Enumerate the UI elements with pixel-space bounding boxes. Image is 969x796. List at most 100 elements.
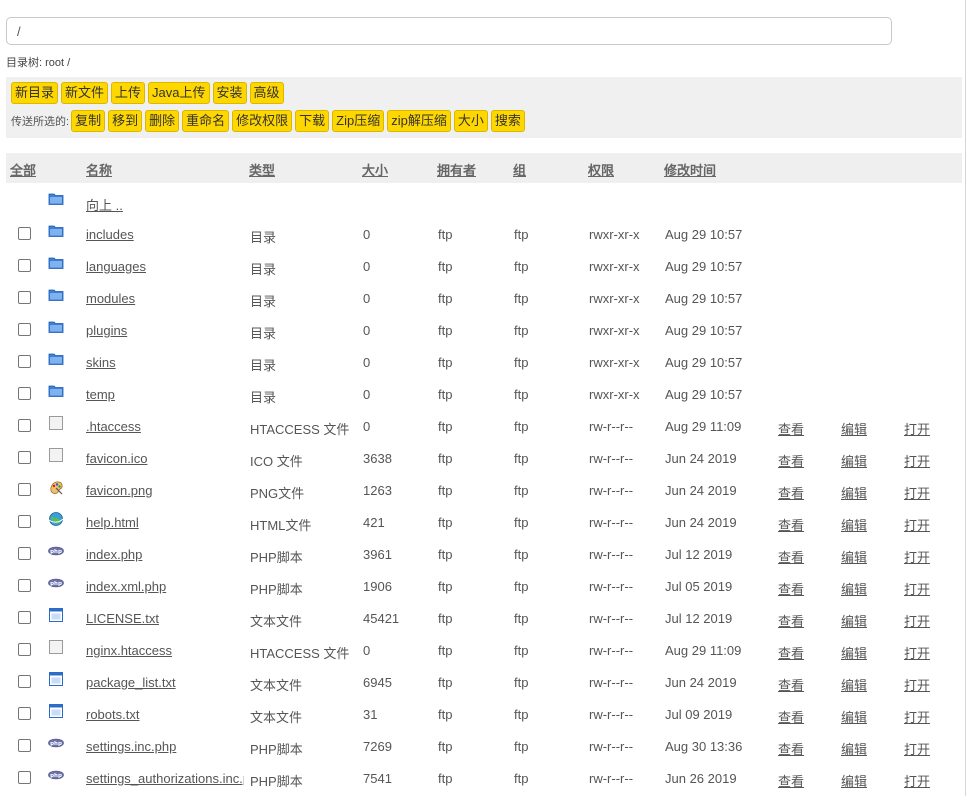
view-link[interactable]: 查看	[778, 451, 804, 470]
header-select-all[interactable]: 全部	[10, 160, 36, 179]
open-link[interactable]: 打开	[904, 579, 930, 598]
parent-directory-link[interactable]: 向上 ..	[86, 195, 244, 214]
view-link[interactable]: 查看	[778, 419, 804, 438]
file-name-link[interactable]: nginx.htaccess	[86, 643, 244, 658]
open-link[interactable]: 打开	[904, 771, 930, 790]
file-name-link[interactable]: robots.txt	[86, 707, 244, 722]
open-link[interactable]: 打开	[904, 515, 930, 534]
file-name-link[interactable]: skins	[86, 355, 244, 370]
file-name-link[interactable]: favicon.ico	[86, 451, 244, 466]
view-link[interactable]: 查看	[778, 611, 804, 630]
view-link[interactable]: 查看	[778, 707, 804, 726]
edit-link[interactable]: 编辑	[841, 643, 867, 662]
header-name[interactable]: 名称	[86, 160, 112, 179]
edit-link[interactable]: 编辑	[841, 771, 867, 790]
search-button[interactable]: 搜索	[490, 110, 525, 132]
file-name-link[interactable]: favicon.png	[86, 483, 244, 498]
edit-link[interactable]: 编辑	[841, 739, 867, 758]
open-link[interactable]: 打开	[904, 675, 930, 694]
row-checkbox[interactable]	[18, 483, 31, 496]
edit-link[interactable]: 编辑	[841, 579, 867, 598]
row-checkbox[interactable]	[18, 227, 31, 240]
row-checkbox[interactable]	[18, 739, 31, 752]
edit-link[interactable]: 编辑	[841, 611, 867, 630]
open-link[interactable]: 打开	[904, 547, 930, 566]
view-link[interactable]: 查看	[778, 675, 804, 694]
edit-link[interactable]: 编辑	[841, 451, 867, 470]
zip-button[interactable]: Zip压缩	[332, 110, 385, 132]
file-name-link[interactable]: package_list.txt	[86, 675, 244, 690]
row-checkbox[interactable]	[18, 515, 31, 528]
row-checkbox[interactable]	[18, 323, 31, 336]
file-name-link[interactable]: languages	[86, 259, 244, 274]
move-button[interactable]: 移到	[108, 110, 143, 132]
row-checkbox[interactable]	[18, 675, 31, 688]
open-link[interactable]: 打开	[904, 419, 930, 438]
new-file-button[interactable]: 新文件	[61, 82, 109, 104]
edit-link[interactable]: 编辑	[841, 707, 867, 726]
file-name-link[interactable]: LICENSE.txt	[86, 611, 244, 626]
row-checkbox[interactable]	[18, 259, 31, 272]
edit-link[interactable]: 编辑	[841, 675, 867, 694]
path-input[interactable]	[6, 17, 892, 45]
view-link[interactable]: 查看	[778, 547, 804, 566]
rename-button[interactable]: 重命名	[182, 110, 230, 132]
row-checkbox[interactable]	[18, 707, 31, 720]
row-checkbox[interactable]	[18, 387, 31, 400]
edit-link[interactable]: 编辑	[841, 515, 867, 534]
row-checkbox[interactable]	[18, 579, 31, 592]
header-owner[interactable]: 拥有者	[437, 160, 476, 179]
row-checkbox[interactable]	[18, 419, 31, 432]
file-name-link[interactable]: .htaccess	[86, 419, 244, 434]
open-link[interactable]: 打开	[904, 483, 930, 502]
header-group[interactable]: 组	[513, 160, 526, 179]
open-link[interactable]: 打开	[904, 739, 930, 758]
download-button[interactable]: 下载	[295, 110, 330, 132]
java-upload-button[interactable]: Java上传	[148, 82, 210, 104]
advanced-button[interactable]: 高级	[249, 82, 284, 104]
delete-button[interactable]: 删除	[145, 110, 180, 132]
file-name-link[interactable]: settings.inc.php	[86, 739, 244, 754]
install-button[interactable]: 安装	[212, 82, 247, 104]
row-checkbox[interactable]	[18, 291, 31, 304]
edit-link[interactable]: 编辑	[841, 547, 867, 566]
copy-button[interactable]: 复制	[71, 110, 106, 132]
row-checkbox[interactable]	[18, 611, 31, 624]
edit-link[interactable]: 编辑	[841, 419, 867, 438]
file-name-link[interactable]: help.html	[86, 515, 244, 530]
edit-link[interactable]: 编辑	[841, 483, 867, 502]
file-name-link[interactable]: temp	[86, 387, 244, 402]
header-type[interactable]: 类型	[249, 160, 275, 179]
open-link[interactable]: 打开	[904, 611, 930, 630]
view-link[interactable]: 查看	[778, 739, 804, 758]
row-checkbox[interactable]	[18, 451, 31, 464]
view-link[interactable]: 查看	[778, 515, 804, 534]
row-checkbox[interactable]	[18, 547, 31, 560]
chmod-button[interactable]: 修改权限	[232, 110, 293, 132]
row-checkbox[interactable]	[18, 643, 31, 656]
header-modified[interactable]: 修改时间	[664, 160, 716, 179]
file-name-link[interactable]: index.xml.php	[86, 579, 244, 594]
file-name-link[interactable]: settings_authorizations.inc.php	[86, 771, 244, 786]
header-size[interactable]: 大小	[362, 160, 388, 179]
row-checkbox[interactable]	[18, 355, 31, 368]
size-button[interactable]: 大小	[453, 110, 488, 132]
upload-button[interactable]: 上传	[111, 82, 146, 104]
new-directory-button[interactable]: 新目录	[11, 82, 59, 104]
open-link[interactable]: 打开	[904, 707, 930, 726]
file-name-link[interactable]: modules	[86, 291, 244, 306]
file-permissions: rw-r--r--	[589, 739, 634, 754]
view-link[interactable]: 查看	[778, 643, 804, 662]
file-name-link[interactable]: plugins	[86, 323, 244, 338]
file-name-link[interactable]: includes	[86, 227, 244, 242]
view-link[interactable]: 查看	[778, 771, 804, 790]
row-checkbox[interactable]	[18, 771, 31, 784]
view-link[interactable]: 查看	[778, 579, 804, 598]
unzip-button[interactable]: zip解压缩	[387, 110, 451, 132]
view-link[interactable]: 查看	[778, 483, 804, 502]
file-modified: Aug 29 11:09	[665, 643, 742, 658]
header-permissions[interactable]: 权限	[588, 160, 614, 179]
file-name-link[interactable]: index.php	[86, 547, 244, 562]
open-link[interactable]: 打开	[904, 451, 930, 470]
open-link[interactable]: 打开	[904, 643, 930, 662]
